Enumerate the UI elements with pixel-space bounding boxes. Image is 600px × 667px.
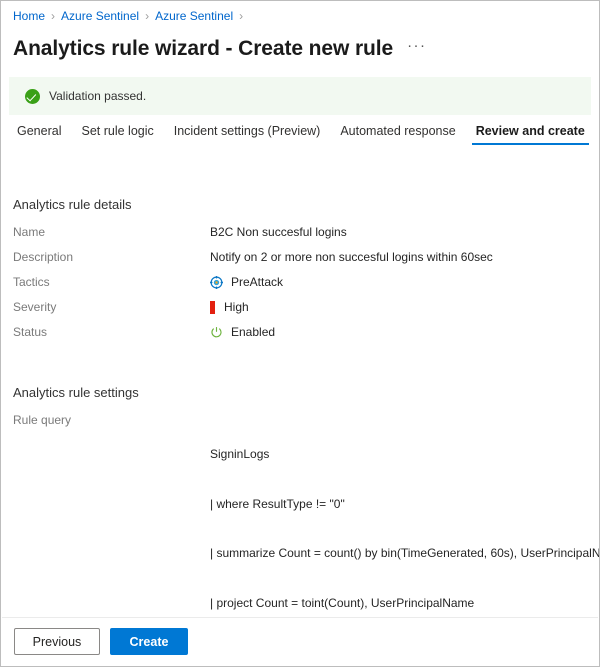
detail-row-description: Description Notify on 2 or more non succ… xyxy=(13,250,587,265)
detail-value-name: B2C Non succesful logins xyxy=(210,225,347,240)
breadcrumb-item-home[interactable]: Home xyxy=(13,9,45,23)
page-title: Analytics rule wizard - Create new rule xyxy=(13,37,393,61)
detail-value-tactics: PreAttack xyxy=(231,275,283,290)
wizard-tabs: General Set rule logic Incident settings… xyxy=(1,115,599,145)
breadcrumb-separator-icon: › xyxy=(51,9,55,23)
title-row: Analytics rule wizard - Create new rule … xyxy=(1,25,599,67)
create-button[interactable]: Create xyxy=(110,628,188,655)
detail-value-description: Notify on 2 or more non succesful logins… xyxy=(210,250,493,265)
detail-value-severity-wrap: High xyxy=(210,300,249,315)
wizard-footer: Previous Create xyxy=(2,617,598,665)
detail-row-severity: Severity High xyxy=(13,300,587,315)
section-heading-settings: Analytics rule settings xyxy=(13,385,587,400)
tab-incident-settings[interactable]: Incident settings (Preview) xyxy=(164,124,331,145)
query-line: SigninLogs xyxy=(210,446,600,463)
severity-bar-icon xyxy=(210,301,215,314)
tab-general[interactable]: General xyxy=(7,124,71,145)
detail-label-description: Description xyxy=(13,250,210,265)
blade-content: Analytics rule details Name B2C Non succ… xyxy=(1,197,599,667)
previous-button[interactable]: Previous xyxy=(14,628,100,655)
detail-label-severity: Severity xyxy=(13,300,210,315)
detail-value-status: Enabled xyxy=(231,325,275,340)
query-line: | where ResultType != "0" xyxy=(210,496,600,513)
detail-row-status: Status Enabled xyxy=(13,325,587,340)
breadcrumb-separator-icon: › xyxy=(239,9,243,23)
setting-label-rule-query: Rule query xyxy=(13,413,210,428)
query-line: | summarize Count = count() by bin(TimeG… xyxy=(210,545,600,562)
section-heading-details: Analytics rule details xyxy=(13,197,587,212)
detail-label-tactics: Tactics xyxy=(13,275,210,290)
more-options-icon[interactable]: ··· xyxy=(407,41,427,57)
power-icon xyxy=(210,326,223,339)
breadcrumb: Home › Azure Sentinel › Azure Sentinel › xyxy=(1,1,599,25)
tab-automated-response[interactable]: Automated response xyxy=(330,124,465,145)
detail-row-name: Name B2C Non succesful logins xyxy=(13,225,587,240)
detail-value-tactics-wrap: PreAttack xyxy=(210,275,283,290)
tactics-compass-icon xyxy=(210,276,223,289)
detail-label-name: Name xyxy=(13,225,210,240)
detail-row-tactics: Tactics PreAttack xyxy=(13,275,587,290)
validation-banner: Validation passed. xyxy=(9,77,591,115)
query-line: | project Count = toint(Count), UserPrin… xyxy=(210,595,600,612)
tab-set-rule-logic[interactable]: Set rule logic xyxy=(71,124,163,145)
analytics-rule-wizard-blade: Home › Azure Sentinel › Azure Sentinel ›… xyxy=(0,0,600,667)
validation-message: Validation passed. xyxy=(49,89,146,103)
breadcrumb-separator-icon: › xyxy=(145,9,149,23)
detail-value-severity: High xyxy=(224,300,249,315)
check-circle-icon xyxy=(25,89,40,104)
breadcrumb-item-azure-sentinel-1[interactable]: Azure Sentinel xyxy=(61,9,139,23)
breadcrumb-item-azure-sentinel-2[interactable]: Azure Sentinel xyxy=(155,9,233,23)
detail-label-status: Status xyxy=(13,325,210,340)
detail-value-status-wrap: Enabled xyxy=(210,325,275,340)
tab-review-and-create[interactable]: Review and create xyxy=(466,124,595,145)
